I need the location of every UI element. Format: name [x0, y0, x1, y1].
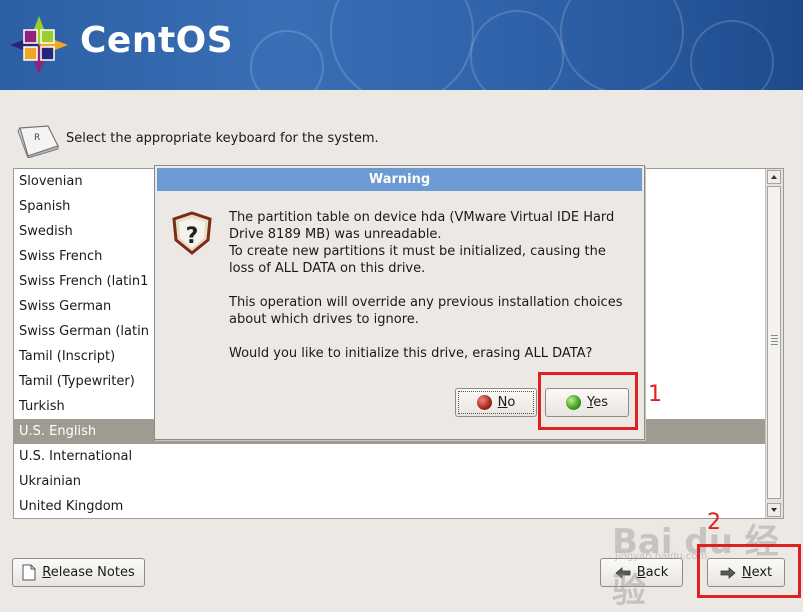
- scrollbar-thumb[interactable]: [767, 186, 781, 499]
- keyboard-prompt: Select the appropriate keyboard for the …: [66, 131, 379, 146]
- dialog-title: Warning: [157, 168, 642, 191]
- brand-name: CentOS: [80, 20, 234, 61]
- no-button[interactable]: No: [455, 388, 537, 417]
- no-button-label: No: [497, 395, 516, 410]
- centos-logo-icon: [10, 16, 68, 74]
- baidu-watermark-url: jingyan.baidu.com: [615, 551, 708, 562]
- warning-question-icon: ?: [172, 211, 212, 255]
- release-notes-label: Release Notes: [42, 565, 135, 580]
- annotation-marker-1: 1: [648, 382, 662, 407]
- list-scrollbar[interactable]: [765, 169, 783, 518]
- keyboard-list-item[interactable]: U.S. International: [14, 444, 768, 469]
- dialog-paragraph-3: Would you like to initialize this drive,…: [229, 346, 593, 361]
- centos-banner: CentOS: [0, 0, 803, 90]
- svg-text:?: ?: [186, 224, 199, 249]
- keyboard-key-icon: R: [17, 125, 59, 158]
- scroll-up-button[interactable]: [767, 170, 781, 184]
- annotation-marker-2: 2: [707, 510, 721, 535]
- svg-text:R: R: [34, 133, 40, 143]
- yes-highlight-box: [538, 372, 638, 430]
- document-icon: [22, 564, 36, 581]
- dialog-paragraph-1: The partition table on device hda (VMwar…: [229, 210, 615, 276]
- no-orb-icon: [476, 395, 492, 410]
- keyboard-list-item[interactable]: Ukrainian: [14, 469, 768, 494]
- dialog-message: The partition table on device hda (VMwar…: [229, 209, 629, 379]
- next-highlight-box: [697, 544, 801, 598]
- release-notes-button[interactable]: Release Notes: [12, 558, 145, 587]
- dialog-paragraph-2: This operation will override any previou…: [229, 295, 623, 327]
